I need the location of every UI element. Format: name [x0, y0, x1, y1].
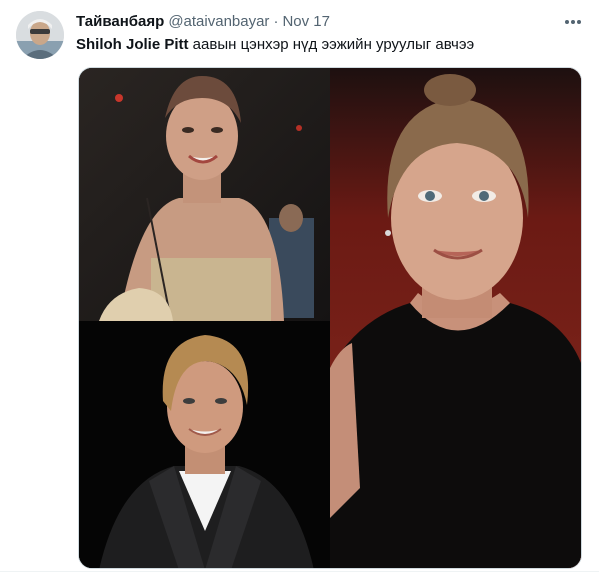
media-photo-1[interactable] [79, 68, 330, 321]
media-photo-3[interactable] [330, 68, 581, 568]
tweet-text-bold: Shiloh Jolie Pitt [76, 36, 189, 53]
tweet-header: Тайванбаяр @ataivanbayar · Nov 17 [76, 12, 330, 32]
user-avatar-icon [16, 11, 64, 59]
media-photo-2[interactable] [79, 321, 330, 568]
author-avatar[interactable] [16, 11, 64, 59]
tweet-timestamp[interactable]: Nov 17 [282, 12, 330, 32]
more-icon [565, 20, 581, 24]
author-display-name[interactable]: Тайванбаяр [76, 12, 164, 32]
author-handle[interactable]: @ataivanbayar [168, 12, 269, 32]
tweet-text: Shiloh Jolie Pitt аавын цэнхэр нүд ээжий… [76, 35, 576, 55]
tweet-text-rest: аавын цэнхэр нүд ээжийн уруулыг авчээ [188, 36, 475, 53]
tweet-media-grid[interactable] [78, 67, 582, 569]
photo-woman-portrait [79, 68, 330, 321]
header-separator: · [273, 13, 279, 30]
photo-man-portrait [79, 321, 330, 568]
more-options-button[interactable] [560, 10, 586, 34]
photo-girl-portrait [330, 68, 581, 568]
tweet[interactable]: Тайванбаяр @ataivanbayar · Nov 17 Shiloh… [0, 0, 599, 572]
